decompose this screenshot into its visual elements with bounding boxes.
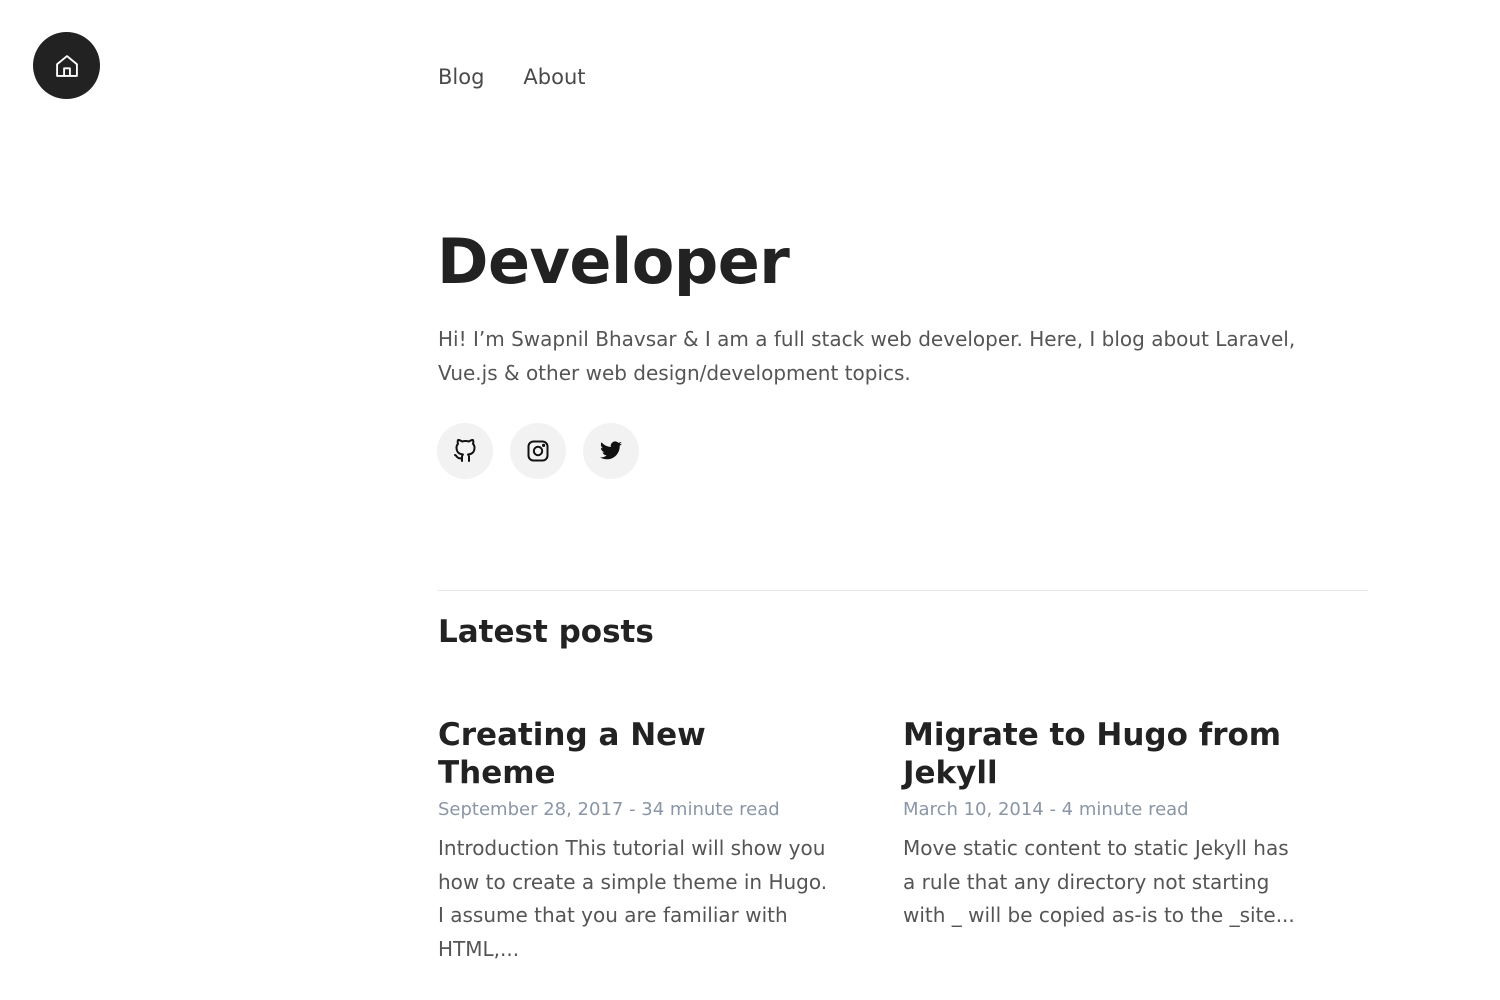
- github-button[interactable]: [437, 423, 493, 479]
- post-meta: March 10, 2014 - 4 minute read: [903, 799, 1189, 820]
- hero-bio: Hi! I’m Swapnil Bhavsar & I am a full st…: [438, 327, 1296, 385]
- instagram-button[interactable]: [510, 423, 566, 479]
- github-icon: [453, 439, 477, 463]
- section-divider: [438, 590, 1368, 591]
- twitter-icon: [599, 439, 623, 463]
- page-title: Developer: [437, 225, 790, 298]
- post-excerpt: Move static content to static Jekyll has…: [903, 836, 1295, 927]
- post-list: Creating a New Theme September 28, 2017 …: [438, 716, 1368, 966]
- social-links: [437, 423, 639, 479]
- post-card: Creating a New Theme September 28, 2017 …: [438, 716, 833, 966]
- latest-posts-heading: Latest posts: [438, 614, 654, 650]
- home-button[interactable]: [33, 32, 100, 99]
- twitter-button[interactable]: [583, 423, 639, 479]
- post-card: Migrate to Hugo from Jekyll March 10, 20…: [903, 716, 1298, 966]
- post-title[interactable]: Creating a New Theme: [438, 716, 833, 792]
- post-meta: September 28, 2017 - 34 minute read: [438, 799, 780, 820]
- instagram-icon: [526, 439, 550, 463]
- post-title[interactable]: Migrate to Hugo from Jekyll: [903, 716, 1298, 792]
- home-icon: [53, 52, 81, 80]
- nav-link-blog[interactable]: Blog: [438, 62, 484, 92]
- nav-link-about[interactable]: About: [523, 62, 585, 92]
- post-excerpt: Introduction This tutorial will show you…: [438, 836, 828, 961]
- main-nav: Blog About: [438, 62, 586, 92]
